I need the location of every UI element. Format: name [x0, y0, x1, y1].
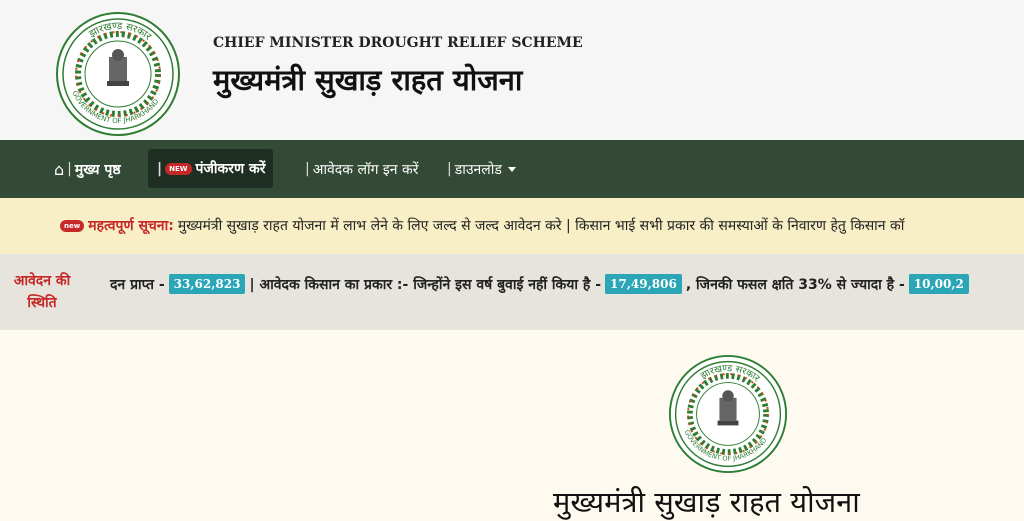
notice-text: मुख्यमंत्री सुखाड़ राहत योजना में लाभ ले… [177, 218, 905, 234]
caret-down-icon [507, 166, 516, 172]
jharkhand-seal-logo: झारखण्ड सरकार GOVERNMENT OF JHARKHAND [56, 12, 180, 136]
nav-download-dropdown[interactable]: | डाउनलोड [444, 140, 516, 198]
received-count-badge: 33,62,823 [168, 274, 246, 294]
nav-login-label: आवेदक लॉग इन करें [312, 161, 419, 178]
notice-marquee: new महत्वपूर्ण सूचना: मुख्यमंत्री सुखाड़… [60, 216, 904, 235]
site-header: झारखण्ड सरकार GOVERNMENT OF JHARKHAND CH… [0, 0, 1024, 140]
main-navbar: ⌂ | मुख्य पृष्ठ | NEW पंजीकरण करें | आवे… [0, 140, 1024, 198]
scheme-title-english: CHIEF MINISTER DROUGHT RELIEF SCHEME [213, 35, 583, 51]
crop-loss-count-badge: 10,00,2 [908, 274, 969, 294]
status-label: आवेदन की स्थिति [13, 273, 71, 311]
scheme-title-hindi: मुख्यमंत्री सुखाड़ राहत योजना [213, 63, 523, 97]
application-status-bar: आवेदन की स्थिति दन प्राप्त - 33,62,823 |… [0, 254, 1024, 330]
nav-login-link[interactable]: | आवेदक लॉग इन करें [302, 140, 418, 198]
received-label: दन प्राप्त - [110, 276, 165, 293]
jharkhand-seal-logo: झारखण्ड सरकार GOVERNMENT OF JHARKHAND [668, 354, 788, 474]
nav-home-link[interactable]: ⌂ | मुख्य पृष्ठ [54, 140, 121, 198]
important-notice-bar: new महत्वपूर्ण सूचना: मुख्यमंत्री सुखाड़… [0, 198, 1024, 254]
status-ticker: दन प्राप्त - 33,62,823 | आवेदक किसान का … [110, 274, 973, 294]
no-sowing-count-badge: 17,49,806 [605, 274, 682, 294]
notice-label: महत्वपूर्ण सूचना: [88, 218, 174, 234]
content-heading: मुख्यमंत्री सुखाड़ राहत योजना [553, 485, 860, 519]
nav-download-label: डाउनलोड [454, 161, 502, 178]
main-content: झारखण्ड सरकार GOVERNMENT OF JHARKHAND मु… [0, 330, 1024, 519]
new-badge-icon: new [60, 219, 85, 232]
nav-register-label: पंजीकरण करें [195, 161, 266, 177]
new-badge-icon: NEW [165, 162, 192, 175]
crop-loss-label: , जिनकी फसल क्षति 33% से ज्यादा है - [685, 276, 905, 293]
nav-register-link[interactable]: | NEW पंजीकरण करें [148, 149, 274, 188]
home-icon: ⌂ [54, 159, 65, 179]
farmer-type-label: | आवेदक किसान का प्रकार :- जिन्होंने इस … [249, 276, 602, 293]
nav-home-label: मुख्य पृष्ठ [74, 161, 121, 178]
